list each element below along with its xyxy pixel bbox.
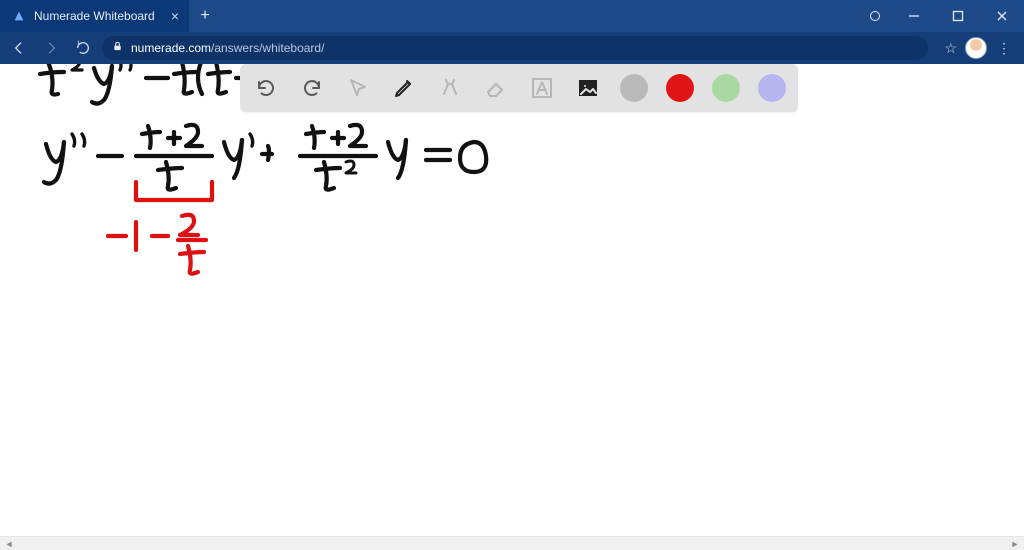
profile-avatar[interactable] — [965, 37, 987, 59]
horizontal-scrollbar[interactable]: ◄ ► — [0, 536, 1024, 550]
scroll-track[interactable] — [16, 538, 1008, 550]
tab-favicon — [12, 9, 26, 23]
tab-title: Numerade Whiteboard — [34, 9, 163, 23]
whiteboard-canvas[interactable] — [0, 64, 1024, 536]
nav-reload-button[interactable] — [70, 35, 96, 61]
browser-toolbar: numerade.com/answers/whiteboard/ ☆ ⋮ — [0, 32, 1024, 64]
window-minimize-button[interactable] — [892, 0, 936, 32]
nav-back-button[interactable] — [6, 35, 32, 61]
scroll-right-arrow-icon[interactable]: ► — [1008, 538, 1022, 550]
lock-icon — [112, 41, 123, 55]
color-green-swatch[interactable] — [712, 74, 740, 102]
new-tab-button[interactable]: + — [190, 0, 220, 32]
undo-button[interactable] — [252, 74, 280, 102]
browser-tab-active[interactable]: Numerade Whiteboard × — [0, 0, 190, 32]
color-gray-swatch[interactable] — [620, 74, 648, 102]
image-tool-button[interactable] — [574, 74, 602, 102]
whiteboard-toolbar — [240, 64, 798, 112]
window-close-button[interactable] — [980, 0, 1024, 32]
profile-indicator-icon[interactable] — [858, 0, 892, 32]
pointer-tool-button[interactable] — [344, 74, 372, 102]
window-maximize-button[interactable] — [936, 0, 980, 32]
bookmark-star-icon[interactable]: ☆ — [940, 40, 961, 57]
color-red-swatch[interactable] — [666, 74, 694, 102]
pen-tool-button[interactable] — [390, 74, 418, 102]
settings-tool-button[interactable] — [436, 74, 464, 102]
text-tool-button[interactable] — [528, 74, 556, 102]
browser-menu-button[interactable]: ⋮ — [991, 40, 1018, 57]
color-purple-swatch[interactable] — [758, 74, 786, 102]
tab-close-icon[interactable]: × — [171, 9, 179, 23]
handwriting-layer — [0, 64, 1024, 536]
url-text: numerade.com/answers/whiteboard/ — [131, 41, 324, 55]
nav-forward-button[interactable] — [38, 35, 64, 61]
address-bar[interactable]: numerade.com/answers/whiteboard/ — [102, 36, 928, 60]
redo-button[interactable] — [298, 74, 326, 102]
window-titlebar: Numerade Whiteboard × + — [0, 0, 1024, 32]
scroll-left-arrow-icon[interactable]: ◄ — [2, 538, 16, 550]
eraser-tool-button[interactable] — [482, 74, 510, 102]
